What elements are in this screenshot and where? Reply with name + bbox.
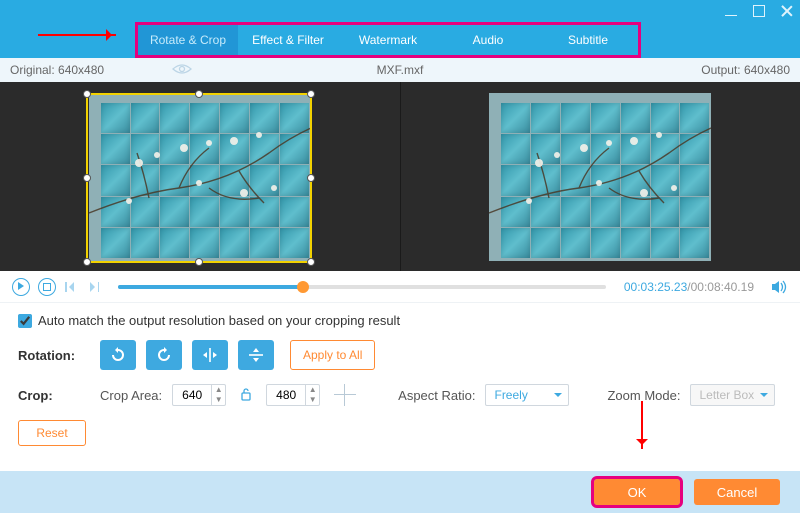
- crop-area-label: Crop Area:: [100, 388, 162, 403]
- crop-width-up[interactable]: ▲: [212, 385, 225, 395]
- tab-subtitle[interactable]: Subtitle: [538, 25, 638, 55]
- tab-bar: Rotate & Crop Effect & Filter Watermark …: [0, 22, 800, 58]
- rotation-label: Rotation:: [18, 348, 90, 363]
- crop-row: Crop: Crop Area: ▲▼ ▲▼ Aspect Ratio: Fre…: [18, 384, 782, 406]
- auto-match-label: Auto match the output resolution based o…: [38, 313, 400, 328]
- auto-match-checkbox[interactable]: [18, 314, 32, 328]
- maximize-icon[interactable]: [752, 4, 766, 18]
- rotate-right-button[interactable]: [146, 340, 182, 370]
- crop-label: Crop:: [18, 388, 90, 403]
- annotation-arrow-tabs: [38, 34, 116, 36]
- crop-width-down[interactable]: ▼: [212, 395, 225, 405]
- preview-area: [0, 82, 800, 271]
- aspect-ratio-label: Aspect Ratio:: [398, 388, 475, 403]
- crop-height-field[interactable]: ▲▼: [266, 384, 320, 406]
- tab-effect-filter[interactable]: Effect & Filter: [238, 25, 338, 55]
- crop-height-input[interactable]: [267, 388, 305, 402]
- tab-rotate-crop[interactable]: Rotate & Crop: [138, 25, 238, 55]
- crop-frame[interactable]: [86, 93, 312, 263]
- seek-thumb[interactable]: [297, 281, 309, 293]
- flip-horizontal-button[interactable]: [192, 340, 228, 370]
- output-image: [489, 93, 711, 261]
- editor-panel: Auto match the output resolution based o…: [0, 303, 800, 456]
- flip-vertical-button[interactable]: [238, 340, 274, 370]
- stop-button[interactable]: [38, 278, 56, 296]
- filename: MXF.mxf: [377, 63, 424, 77]
- minimize-icon[interactable]: [724, 4, 738, 18]
- cancel-button[interactable]: Cancel: [694, 479, 780, 505]
- preview-eye-icon[interactable]: [172, 63, 192, 78]
- rotation-row: Rotation: Apply to All: [18, 340, 782, 370]
- crop-height-down[interactable]: ▼: [306, 395, 319, 405]
- crop-width-field[interactable]: ▲▼: [172, 384, 226, 406]
- crop-width-input[interactable]: [173, 388, 211, 402]
- annotation-arrow-ok: [641, 401, 643, 449]
- seek-fill: [118, 285, 303, 289]
- reset-button[interactable]: Reset: [18, 420, 86, 446]
- playback-controls: 00:03:25.23/00:08:40.19: [0, 271, 800, 303]
- center-crop-button[interactable]: [334, 384, 356, 406]
- crop-height-up[interactable]: ▲: [306, 385, 319, 395]
- time-total: /00:08:40.19: [687, 280, 754, 294]
- prev-frame-button[interactable]: [64, 280, 78, 294]
- auto-match-row: Auto match the output resolution based o…: [18, 313, 782, 328]
- volume-icon[interactable]: [770, 278, 788, 296]
- zoom-mode-label: Zoom Mode:: [607, 388, 680, 403]
- original-pane[interactable]: [0, 82, 401, 271]
- rotate-left-button[interactable]: [100, 340, 136, 370]
- time-current: 00:03:25.23: [624, 280, 687, 294]
- seek-slider[interactable]: [118, 285, 606, 289]
- close-icon[interactable]: [780, 4, 794, 18]
- output-resolution: Output: 640x480: [701, 63, 790, 77]
- info-bar: Original: 640x480 MXF.mxf Output: 640x48…: [0, 58, 800, 82]
- aspect-lock-icon[interactable]: [240, 387, 252, 404]
- footer: OK Cancel: [0, 471, 800, 513]
- output-pane: [401, 82, 800, 271]
- aspect-ratio-select[interactable]: Freely: [485, 384, 569, 406]
- zoom-mode-select[interactable]: Letter Box: [690, 384, 775, 406]
- apply-to-all-button[interactable]: Apply to All: [290, 340, 375, 370]
- next-frame-button[interactable]: [86, 280, 100, 294]
- play-button[interactable]: [12, 278, 30, 296]
- ok-button[interactable]: OK: [594, 479, 680, 505]
- original-resolution: Original: 640x480: [10, 63, 104, 77]
- titlebar: [0, 0, 800, 22]
- timecode: 00:03:25.23/00:08:40.19: [624, 280, 754, 294]
- tab-watermark[interactable]: Watermark: [338, 25, 438, 55]
- tab-audio[interactable]: Audio: [438, 25, 538, 55]
- tab-highlight-box: Rotate & Crop Effect & Filter Watermark …: [135, 22, 641, 58]
